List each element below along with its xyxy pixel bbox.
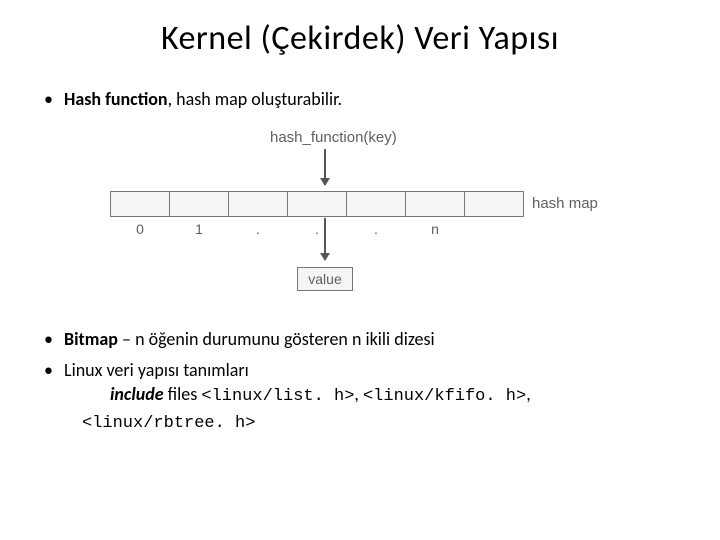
bucket-row — [110, 191, 524, 217]
bullet-text: öğenin durumunu gösteren n ikili dizesi — [145, 328, 435, 350]
bucket-cell — [405, 191, 465, 217]
bullet-text-n: n — [135, 328, 144, 350]
arrow-icon — [324, 149, 326, 185]
bucket-cell — [228, 191, 288, 217]
code-path: <linux/list. h> — [201, 387, 354, 406]
bullet-text: – — [118, 328, 135, 350]
bullet-list: Hash function, hash map oluşturabilir. — [40, 87, 680, 111]
code-path: <linux/kfifo. h> — [363, 387, 526, 406]
bullet-list-lower: Bitmap – n öğenin durumunu gösteren n ik… — [40, 327, 680, 435]
index-label: n — [405, 221, 465, 237]
include-text: files — [164, 383, 202, 405]
index-label — [464, 221, 524, 237]
bullet-text: , hash map oluşturabilir. — [168, 88, 343, 110]
include-strong: include — [110, 383, 164, 405]
hash-function-label: hash_function(key) — [270, 129, 397, 146]
bullet-linux-defs: Linux veri yapısı tanımları include file… — [40, 358, 680, 436]
bullet-bitmap: Bitmap – n öğenin durumunu gösteren n ik… — [40, 327, 680, 351]
index-label: . — [287, 221, 347, 237]
bullet-strong: Hash function — [64, 88, 168, 110]
slide: Kernel (Çekirdek) Veri Yapısı Hash funct… — [0, 0, 720, 462]
bucket-cell — [110, 191, 170, 217]
bucket-cell — [287, 191, 347, 217]
bucket-cell — [169, 191, 229, 217]
hash-map-label: hash map — [532, 195, 598, 212]
index-row: 0 1 . . . n — [110, 221, 524, 237]
sep: , — [526, 383, 531, 405]
include-line: include files <linux/list. h>, <linux/kf… — [64, 382, 680, 409]
hash-map-diagram: hash_function(key) 0 1 . . . n hash — [100, 129, 620, 299]
bucket-cell — [346, 191, 406, 217]
sep: , — [354, 383, 363, 405]
bullet-hash-function: Hash function, hash map oluşturabilir. — [40, 87, 680, 111]
bullet-text: Linux veri yapısı tanımları — [64, 359, 249, 381]
index-label: . — [346, 221, 406, 237]
diagram-container: hash_function(key) 0 1 . . . n hash — [40, 129, 680, 299]
bucket-cell — [464, 191, 524, 217]
bullet-strong: Bitmap — [64, 328, 118, 350]
index-label: 0 — [110, 221, 170, 237]
page-title: Kernel (Çekirdek) Veri Yapısı — [40, 18, 680, 59]
index-label: 1 — [169, 221, 229, 237]
include-line-2: <linux/rbtree. h> — [64, 409, 680, 436]
code-path: <linux/rbtree. h> — [82, 414, 255, 433]
arrow-icon — [324, 218, 326, 260]
value-box: value — [297, 267, 353, 291]
index-label: . — [228, 221, 288, 237]
